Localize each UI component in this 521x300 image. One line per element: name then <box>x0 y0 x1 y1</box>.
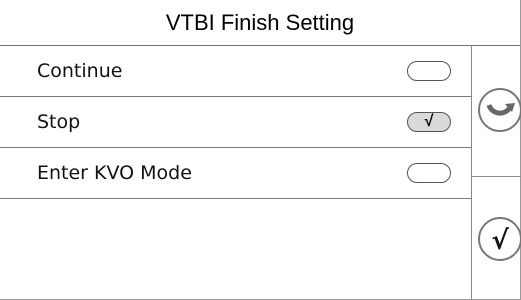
back-button[interactable] <box>478 88 521 132</box>
side-panel: √ <box>471 46 521 299</box>
option-label: Continue <box>37 60 123 82</box>
check-icon: √ <box>424 113 434 130</box>
option-stop[interactable]: Stop √ <box>0 97 471 148</box>
confirm-button[interactable]: √ <box>478 217 521 261</box>
option-list: Continue Stop √ Enter KVO Mode <box>0 46 471 300</box>
radio-continue[interactable] <box>407 61 451 81</box>
undo-arrow-icon <box>486 103 515 116</box>
confirm-label: √ <box>491 226 509 256</box>
option-enter-kvo[interactable]: Enter KVO Mode <box>0 148 471 199</box>
option-continue[interactable]: Continue <box>0 46 471 97</box>
confirm-icon: √ <box>491 226 509 256</box>
radio-enter-kvo[interactable] <box>407 163 451 183</box>
side-divider <box>472 176 521 177</box>
option-label: Stop <box>37 111 81 133</box>
radio-stop[interactable]: √ <box>407 112 451 132</box>
page-title: VTBI Finish Setting <box>0 0 520 46</box>
option-label: Enter KVO Mode <box>37 162 192 184</box>
